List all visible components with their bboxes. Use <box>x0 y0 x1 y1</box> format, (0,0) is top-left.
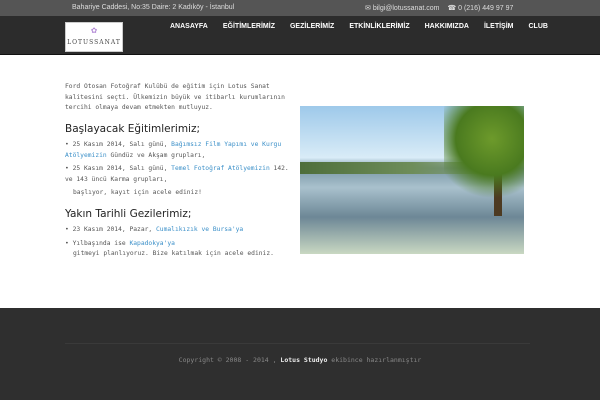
main-content: Ford Otosan Fotoğraf Kulübü de eğitim iç… <box>65 82 290 260</box>
copyright-suffix: ekibince hazırlanmıştır <box>327 356 422 364</box>
bursa-trip-link[interactable]: Cumalıkızık ve Bursa'ya <box>156 226 243 233</box>
menu-item-anasayfa[interactable]: ANASAYFA <box>170 23 208 30</box>
top-bar: Bahariye Caddesi, No:35 Daire: 2 Kadıköy… <box>0 0 600 16</box>
item-text: 23 Kasım 2014, Pazar, <box>72 226 156 233</box>
list-item: Yılbaşında ise Kapadokya'ya <box>65 239 290 250</box>
logo[interactable]: ✿ LOTUSSANAT <box>65 22 123 52</box>
phone-icon: ☎ <box>447 5 459 12</box>
list-item: 25 Kasım 2014, Salı günü, Bağımsız Film … <box>65 140 290 161</box>
trainings-heading: Başlayacak Eğitimlerimiz; <box>65 122 201 135</box>
item-text: 25 Kasım 2014, Salı günü, <box>72 141 172 148</box>
intro-text: Ford Otosan Fotoğraf Kulübü de eğitim iç… <box>65 83 285 111</box>
trainings-note: başlıyor, kayıt için acele ediniz! <box>73 189 202 196</box>
footer-divider <box>65 343 530 344</box>
trips-note: gitmeyi planlıyoruz. Bize katılmak için … <box>73 250 274 257</box>
envelope-icon: ✉ <box>365 5 373 12</box>
menu-item-etkinliklerimiz[interactable]: ETKİNLİKLERİMİZ <box>349 23 409 30</box>
phone: ☎ 0 (216) 449 97 97 <box>447 4 513 12</box>
photo-workshop-link[interactable]: Temel Fotoğraf Atölyemizin <box>171 165 270 172</box>
menu-item-club[interactable]: CLUB <box>529 23 548 30</box>
address: Bahariye Caddesi, No:35 Daire: 2 Kadıköy… <box>72 4 235 11</box>
logo-text: LOTUSSANAT <box>67 39 121 46</box>
trips-heading: Yakın Tarihli Gezilerimiz; <box>65 207 192 220</box>
item-text: Yılbaşında ise <box>72 239 130 247</box>
list-item: 23 Kasım 2014, Pazar, Cumalıkızık ve Bur… <box>65 225 290 236</box>
menu-item-hakkimizda[interactable]: HAKKIMIZDA <box>425 23 469 30</box>
item-text: Gündüz ve Akşam grupları, <box>106 151 206 159</box>
menu-item-gezilerimiz[interactable]: GEZİLERİMİZ <box>290 23 334 30</box>
footer: Copyright © 2008 - 2014 , Lotus Studyo e… <box>0 308 600 400</box>
tree <box>444 106 524 216</box>
list-item: 25 Kasım 2014, Salı günü, Temel Fotoğraf… <box>65 164 290 185</box>
item-text: 25 Kasım 2014, Salı günü, <box>72 165 172 172</box>
lake-photo <box>300 106 524 254</box>
lotus-icon: ✿ <box>90 25 98 36</box>
main-nav: ✿ LOTUSSANAT ANASAYFA EĞİTİMLERİMİZ GEZİL… <box>0 16 600 55</box>
brand-link[interactable]: Lotus Studyo <box>280 356 327 364</box>
kapadokya-trip-link[interactable]: Kapadokya'ya <box>129 240 175 247</box>
email-link[interactable]: ✉ bilgi@lotussanat.com <box>365 4 439 12</box>
menu-item-iletisim[interactable]: İLETİŞİM <box>484 23 514 30</box>
copyright: Copyright © 2008 - 2014 , Lotus Studyo e… <box>0 356 600 364</box>
menu-item-egitimlerimiz[interactable]: EĞİTİMLERİMİZ <box>223 23 275 30</box>
copyright-text: Copyright © 2008 - 2014 , <box>178 356 281 364</box>
email-text: bilgi@lotussanat.com <box>372 5 440 12</box>
phone-text: 0 (216) 449 97 97 <box>458 5 514 12</box>
